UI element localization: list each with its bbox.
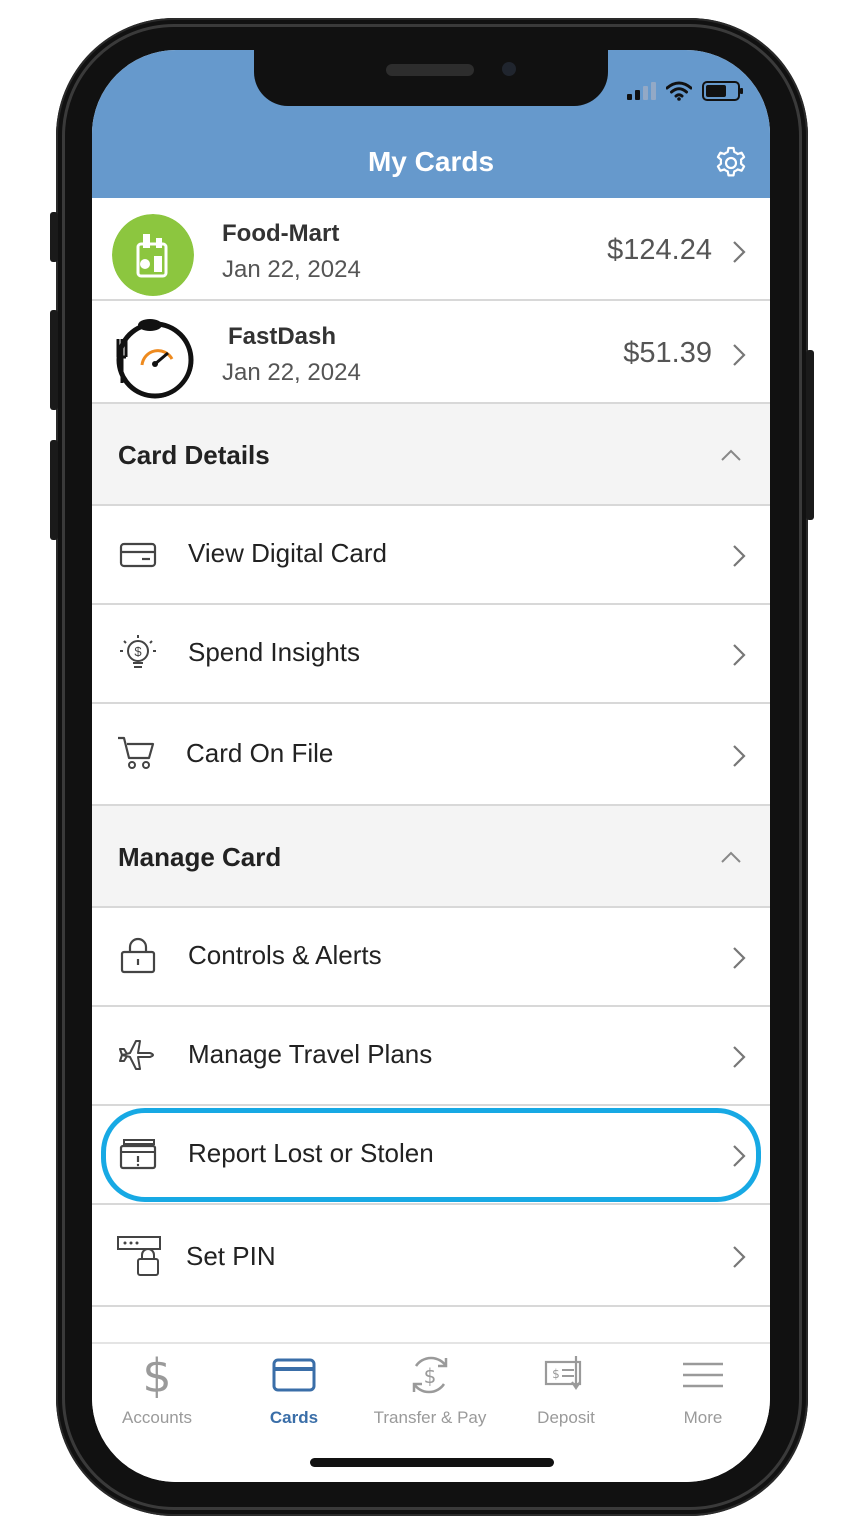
merchant-name: Food-Mart xyxy=(222,220,340,247)
menu-item-label: Controls & Alerts xyxy=(188,940,382,970)
pin-lock-icon xyxy=(117,1236,161,1276)
tab-cards[interactable]: Cards xyxy=(226,1352,362,1432)
menu-item-label: View Digital Card xyxy=(188,538,387,568)
notch xyxy=(254,50,608,106)
svg-text:$: $ xyxy=(424,1364,437,1388)
transfer-dollar-icon: $ xyxy=(412,1356,448,1394)
chevron-right-icon xyxy=(733,344,746,366)
menu-item-report-lost-stolen[interactable]: Report Lost or Stolen xyxy=(92,1106,770,1205)
menu-icon xyxy=(683,1362,723,1388)
menu-item-spend-insights[interactable]: $ Spend Insights xyxy=(92,605,770,704)
menu-item-label: Spend Insights xyxy=(188,637,361,667)
front-camera xyxy=(502,62,516,76)
tab-label: Accounts xyxy=(122,1408,192,1427)
tab-label: Transfer & Pay xyxy=(373,1408,487,1427)
volume-up-button xyxy=(50,310,58,410)
svg-text:$: $ xyxy=(134,644,142,659)
tab-label: More xyxy=(683,1408,723,1427)
tab-transfer-pay[interactable]: $ Transfer & Pay xyxy=(362,1352,498,1432)
svg-text:$: $ xyxy=(142,1352,171,1398)
chevron-right-icon xyxy=(733,947,746,969)
grocery-bag-logo xyxy=(112,214,194,296)
chevron-right-icon xyxy=(733,1145,746,1167)
fork-clock-logo xyxy=(116,319,194,399)
wifi-icon xyxy=(666,81,692,101)
shopping-cart-icon xyxy=(118,736,155,769)
card-icon xyxy=(272,1358,316,1392)
tab-label: Deposit xyxy=(537,1408,595,1427)
menu-item-view-digital-card[interactable]: View Digital Card xyxy=(92,506,770,605)
lightbulb-dollar-icon: $ xyxy=(120,635,156,668)
transaction-amount: $51.39 xyxy=(623,337,712,369)
page-title: My Cards xyxy=(367,146,495,177)
list-spacer xyxy=(92,1307,770,1341)
chevron-right-icon xyxy=(733,545,746,567)
tab-label: Cards xyxy=(269,1408,319,1427)
home-indicator[interactable] xyxy=(310,1458,554,1467)
menu-item-label: Card On File xyxy=(186,738,334,768)
tab-accounts[interactable]: $ Accounts xyxy=(92,1352,225,1432)
merchant-name: FastDash xyxy=(228,323,337,350)
battery-icon xyxy=(702,81,743,101)
menu-item-manage-travel-plans[interactable]: Manage Travel Plans xyxy=(92,1007,770,1106)
section-header-manage-card[interactable]: Manage Card xyxy=(92,806,770,908)
section-title: Card Details xyxy=(118,440,270,470)
app-header: My Cards xyxy=(92,50,770,198)
menu-item-label: Set PIN xyxy=(186,1241,276,1271)
menu-item-set-pin[interactable]: Set PIN xyxy=(92,1205,770,1307)
tab-more[interactable]: More xyxy=(635,1352,770,1432)
credit-card-icon xyxy=(119,542,157,568)
menu-item-card-on-file[interactable]: Card On File xyxy=(92,704,770,806)
menu-item-label: Manage Travel Plans xyxy=(188,1039,433,1069)
power-button xyxy=(806,350,814,520)
dollar-icon: $ xyxy=(142,1352,171,1398)
volume-down-button xyxy=(50,440,58,540)
chevron-up-icon xyxy=(721,449,741,461)
section-header-card-details[interactable]: Card Details xyxy=(92,404,770,506)
tab-deposit[interactable]: $ Deposit xyxy=(498,1352,634,1432)
transaction-row[interactable]: Food-Mart Jan 22, 2024 $124.24 xyxy=(92,198,770,301)
chevron-right-icon xyxy=(733,644,746,666)
transaction-date: Jan 22, 2024 xyxy=(222,256,361,283)
speaker xyxy=(386,64,474,76)
mute-switch xyxy=(50,212,58,262)
svg-text:$: $ xyxy=(552,1367,560,1381)
chevron-right-icon xyxy=(733,1246,746,1268)
card-alert-icon xyxy=(119,1139,157,1170)
screen: My Cards Food-Mart Jan 22, 2024 $124.24 xyxy=(92,50,770,1482)
airplane-icon xyxy=(119,1040,154,1070)
card-list: Food-Mart Jan 22, 2024 $124.24 FastDash … xyxy=(92,198,770,1341)
cellular-signal-icon xyxy=(627,82,656,100)
chevron-right-icon xyxy=(733,1046,746,1068)
menu-item-controls-alerts[interactable]: Controls & Alerts xyxy=(92,908,770,1007)
chevron-right-icon xyxy=(733,241,746,263)
transaction-row[interactable]: FastDash Jan 22, 2024 $51.39 xyxy=(92,301,770,404)
transaction-date: Jan 22, 2024 xyxy=(222,359,361,386)
gear-icon[interactable] xyxy=(714,146,748,180)
section-title: Manage Card xyxy=(118,842,282,872)
menu-item-label: Report Lost or Stolen xyxy=(188,1138,434,1168)
transaction-amount: $124.24 xyxy=(607,234,712,266)
lock-icon xyxy=(120,937,156,974)
chevron-up-icon xyxy=(721,851,741,863)
status-bar xyxy=(627,78,743,104)
check-deposit-icon: $ xyxy=(544,1356,582,1390)
chevron-right-icon xyxy=(733,745,746,767)
